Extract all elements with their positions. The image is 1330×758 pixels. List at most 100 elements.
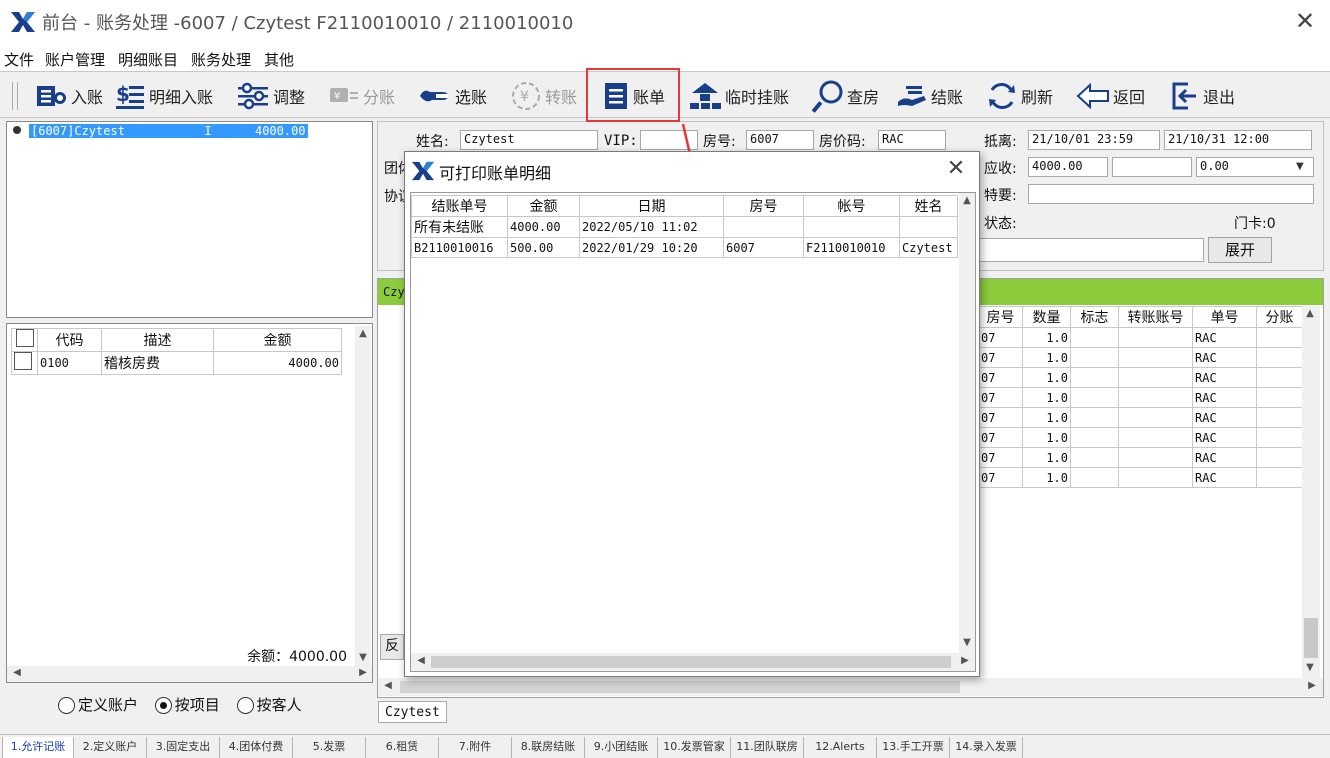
scroll-up-icon[interactable]: ▲ (1302, 308, 1318, 319)
scroll-down-icon[interactable]: ▼ (1302, 662, 1318, 673)
special-field[interactable] (1028, 184, 1314, 204)
radio-define-account[interactable]: 定义账户 (58, 696, 138, 714)
refresh-button[interactable]: 刷新 (986, 74, 1053, 118)
room-check-label: 查房 (847, 88, 880, 107)
tab-4[interactable]: 4.团体付费 (219, 737, 293, 758)
scroll-thumb[interactable] (400, 681, 960, 693)
bottom-guest-tab[interactable]: Czytest (378, 701, 447, 723)
bills-table: 结账单号 金额 日期 房号 帐号 姓名 所有未结账 4000.00 2022/0… (411, 195, 958, 258)
table-row[interactable]: 0100 稽核房费 4000.00 (11, 351, 342, 375)
scroll-right-icon[interactable]: ▶ (1304, 680, 1320, 691)
transactions-horizontal-scrollbar[interactable]: ◀ ▶ (378, 678, 1323, 696)
items-horizontal-scrollbar[interactable]: ◀ ▶ (7, 666, 372, 682)
table-row[interactable]: B2110010016 500.00 2022/01/29 10:20 6007… (411, 237, 958, 258)
tab-14[interactable]: 14.录入发票 (949, 737, 1023, 758)
guest-tab-label[interactable]: Czy (383, 285, 405, 299)
balance-label: 余额：4000.00 (215, 646, 351, 666)
menu-detail-accounts[interactable]: 明细账目 (118, 49, 178, 70)
menu-account-management[interactable]: 账户管理 (45, 49, 105, 70)
expand-button[interactable]: 展开 (1208, 237, 1272, 263)
col-room: 房号 (723, 195, 804, 217)
dialog-vertical-scrollbar[interactable]: ▲ ▼ (959, 193, 975, 653)
scroll-up-icon[interactable]: ▲ (355, 328, 371, 339)
table-row[interactable]: 07 1.0 RAC (978, 327, 1303, 348)
table-row[interactable]: 07 1.0 RAC (978, 367, 1303, 388)
scroll-left-icon[interactable]: ◀ (413, 655, 429, 666)
tab-2[interactable]: 2.定义账户 (73, 737, 147, 758)
dialog-title: 可打印账单明细 (439, 164, 552, 183)
receivable-field-2[interactable] (1112, 157, 1192, 177)
xr-logo-icon (11, 12, 35, 32)
tab-5[interactable]: 5.发票 (292, 737, 366, 758)
arrive-field[interactable]: 21/10/01 23:59 (1028, 130, 1160, 150)
split-account-button[interactable]: ¥ 分账 (328, 74, 395, 118)
scroll-down-icon[interactable]: ▼ (959, 637, 975, 648)
temporary-hold-button[interactable]: 临时挂账 (688, 74, 789, 118)
receivable-label: 应收: (984, 161, 1017, 177)
radio-by-guest[interactable]: 按客人 (236, 696, 302, 714)
rate-code-label: 房价码: (819, 134, 866, 150)
table-row[interactable]: 07 1.0 RAC (978, 387, 1303, 408)
scroll-left-icon[interactable]: ◀ (9, 667, 25, 678)
tab-7[interactable]: 7.附件 (438, 737, 512, 758)
tab-10[interactable]: 10.发票管家 (657, 737, 731, 758)
depart-field[interactable]: 21/10/31 12:00 (1164, 130, 1312, 150)
room-field[interactable]: 6007 (746, 130, 814, 150)
tab-13[interactable]: 13.手工开票 (876, 737, 950, 758)
col-date: 日期 (579, 195, 724, 217)
exit-button[interactable]: 退出 (1168, 74, 1235, 118)
window-close-button[interactable]: ✕ (1290, 6, 1320, 36)
scroll-up-icon[interactable]: ▲ (959, 195, 975, 206)
flag-cell (1070, 367, 1119, 388)
transactions-vertical-scrollbar[interactable]: ▲ ▼ (1302, 306, 1320, 678)
scroll-thumb[interactable] (1304, 618, 1318, 658)
status-field[interactable] (978, 238, 1204, 262)
transfer-account-cell (1118, 447, 1193, 468)
radio-by-item[interactable]: 按项目 (154, 696, 220, 714)
tab-9[interactable]: 9.小团结账 (584, 737, 658, 758)
items-vertical-scrollbar[interactable]: ▲ ▼ (355, 326, 371, 666)
adjust-button[interactable]: 调整 (236, 74, 305, 118)
transfer-account-cell (1118, 407, 1193, 428)
menu-other[interactable]: 其他 (264, 49, 294, 70)
tab-12[interactable]: 12.Alerts (803, 737, 877, 758)
table-row[interactable]: 07 1.0 RAC (978, 347, 1303, 368)
room-check-button[interactable]: 查房 (812, 74, 879, 118)
scroll-right-icon[interactable]: ▶ (355, 667, 371, 678)
scroll-left-icon[interactable]: ◀ (380, 680, 396, 691)
select-account-button[interactable]: 选账 (418, 74, 487, 118)
row-checkbox[interactable] (14, 352, 32, 370)
name-field[interactable]: Czytest (460, 130, 598, 150)
scroll-right-icon[interactable]: ▶ (957, 655, 973, 666)
checkout-button[interactable]: 结账 (896, 74, 963, 118)
transfer-button[interactable]: ¥ 转账 (510, 74, 577, 118)
tab-6[interactable]: 6.租赁 (365, 737, 439, 758)
tab-3[interactable]: 3.固定支出 (146, 737, 220, 758)
table-row[interactable]: 07 1.0 RAC (978, 467, 1303, 488)
select-all-checkbox-cell[interactable] (11, 328, 38, 352)
chevron-down-icon[interactable]: ▼ (1296, 161, 1304, 172)
rate-code-field[interactable]: RAC (878, 130, 946, 150)
detail-entry-button[interactable]: $ 明细入账 (114, 74, 213, 118)
post-entry-button[interactable]: 入账 (36, 74, 103, 118)
back-button[interactable]: 返回 (1076, 74, 1145, 118)
row-checkbox-cell[interactable] (11, 351, 38, 375)
tab-1[interactable]: 1.允许记账 (2, 737, 74, 758)
table-row[interactable]: 所有未结账 4000.00 2022/05/10 11:02 (411, 216, 958, 238)
reverse-button[interactable]: 反 (380, 634, 404, 660)
tab-8[interactable]: 8.联房结账 (511, 737, 585, 758)
scroll-down-icon[interactable]: ▼ (355, 652, 371, 663)
tab-11[interactable]: 11.团队联房 (730, 737, 804, 758)
table-row[interactable]: 07 1.0 RAC (978, 427, 1303, 448)
name-cell (899, 216, 958, 238)
scroll-thumb[interactable] (431, 656, 951, 668)
table-row[interactable]: 07 1.0 RAC (978, 447, 1303, 468)
menu-file[interactable]: 文件 (4, 49, 34, 70)
table-row[interactable]: 07 1.0 RAC (978, 407, 1303, 428)
menu-accounting[interactable]: 账务处理 (191, 49, 251, 70)
dialog-close-button[interactable]: ✕ (943, 156, 969, 182)
receivable-field[interactable]: 4000.00 (1028, 157, 1108, 177)
dialog-horizontal-scrollbar[interactable]: ◀ ▶ (411, 653, 975, 671)
select-all-checkbox[interactable] (15, 329, 34, 347)
account-tree-item[interactable]: [6007]Czytest I 4000.00 (29, 124, 308, 138)
